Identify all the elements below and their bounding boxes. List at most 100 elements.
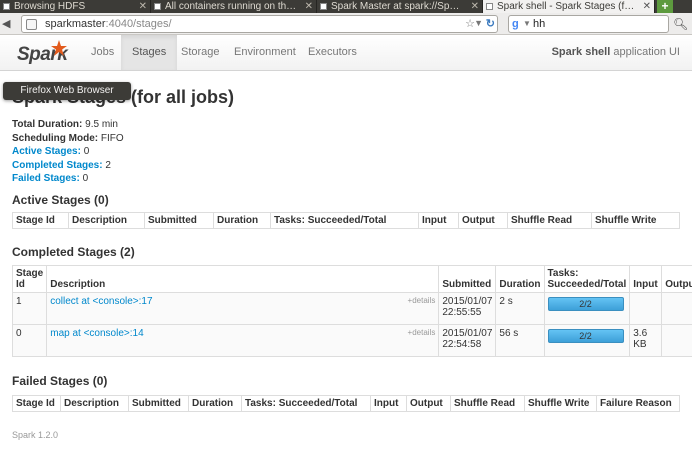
column-header[interactable]: Shuffle Read [450, 395, 525, 412]
column-header[interactable]: Submitted [144, 212, 214, 229]
back-icon[interactable]: ◀ [2, 17, 16, 31]
spark-navbar: Spark Jobs Stages Storage Environment Ex… [0, 35, 692, 71]
column-header[interactable]: Submitted [438, 265, 497, 293]
column-header[interactable]: Output [661, 265, 692, 293]
scheduling-mode-label: Scheduling Mode: [12, 132, 99, 144]
duration-cell: 2 s [495, 292, 545, 325]
column-header[interactable]: Description [68, 212, 145, 229]
tasks-progress-label: 2/2 [579, 299, 592, 309]
reload-icon[interactable]: ↻ [486, 17, 495, 30]
column-header[interactable]: Tasks: Succeeded/Total [270, 212, 419, 229]
column-header[interactable]: Input [629, 265, 663, 293]
failed-stages-title: Failed Stages (0) [12, 374, 108, 388]
nav-jobs[interactable]: Jobs [80, 35, 125, 70]
search-icon[interactable]: 🔍︎ [673, 17, 688, 31]
google-icon[interactable]: g [512, 18, 519, 30]
tasks-progress-label: 2/2 [579, 331, 592, 341]
active-stages-link[interactable]: Active Stages: [12, 146, 81, 157]
stage-description-link[interactable]: map at <console>:14 [50, 328, 143, 339]
details-toggle[interactable]: +details [408, 328, 436, 337]
close-tab-icon[interactable]: ✕ [643, 1, 651, 12]
page-icon [320, 3, 327, 10]
close-tab-icon[interactable]: ✕ [471, 1, 479, 12]
output-cell [661, 292, 692, 325]
spark-logo[interactable]: Spark [17, 39, 75, 67]
total-duration-label: Total Duration: [12, 119, 83, 130]
history-dropdown-icon[interactable]: ▼ [474, 18, 483, 28]
tab-label: Spark shell - Spark Stages (f… [497, 1, 635, 12]
column-header[interactable]: Output [406, 395, 451, 412]
url-text: sparkmaster:4040/stages/ [45, 18, 172, 30]
nav-environment[interactable]: Environment [223, 35, 307, 70]
completed-stages-value: 2 [102, 159, 111, 171]
column-header[interactable]: Stage Id [11, 265, 48, 293]
tab-label: Spark Master at spark://Sp… [331, 1, 460, 12]
column-header[interactable]: Tasks: Succeeded/Total [241, 395, 371, 412]
tab-label: Browsing HDFS [14, 1, 86, 12]
url-path: :4040/stages/ [105, 18, 172, 30]
table-header-row: Stage Id Description Submitted Duration … [12, 395, 680, 412]
search-input[interactable]: hh [533, 18, 545, 30]
new-tab-button[interactable]: + [657, 0, 673, 13]
completed-stages-table: Stage Id Description Submitted Duration … [11, 265, 692, 357]
search-bar[interactable]: g ▼ hh [508, 15, 669, 33]
column-header[interactable]: Submitted [128, 395, 189, 412]
column-header[interactable]: Shuffle Read [507, 212, 592, 229]
close-tab-icon[interactable]: ✕ [305, 1, 313, 12]
stage-description-link[interactable]: collect at <console>:17 [50, 296, 152, 307]
page-icon [3, 3, 10, 10]
column-header[interactable]: Input [418, 212, 459, 229]
input-cell [629, 292, 663, 325]
failed-stages-table: Stage Id Description Submitted Duration … [12, 395, 680, 412]
column-header[interactable]: Duration [213, 212, 271, 229]
column-header[interactable]: Input [370, 395, 407, 412]
nav-stages[interactable]: Stages [121, 35, 178, 70]
stage-id-cell: 1 [11, 292, 48, 325]
url-bar[interactable]: sparkmaster:4040/stages/ ☆ ▼ ↻ [21, 15, 498, 33]
footer-version: Spark 1.2.0 [12, 430, 59, 440]
column-header[interactable]: Failure Reason [596, 395, 680, 412]
browser-tab-spark-master[interactable]: Spark Master at spark://Sp… ✕ [317, 0, 483, 13]
app-name-suffix: application UI [610, 46, 680, 58]
column-header[interactable]: Stage Id [12, 395, 61, 412]
close-tab-icon[interactable]: ✕ [139, 1, 147, 12]
completed-stages-link[interactable]: Completed Stages: [12, 160, 103, 171]
column-header[interactable]: Shuffle Write [591, 212, 680, 229]
browser-tab-spark-stages[interactable]: Spark shell - Spark Stages (f… ✕ [483, 0, 655, 13]
browser-tab-containers[interactable]: All containers running on th… ✕ [151, 0, 317, 13]
nav-storage[interactable]: Storage [170, 35, 231, 70]
column-header[interactable]: Output [458, 212, 508, 229]
output-cell [661, 324, 692, 357]
total-duration-value: 9.5 min [82, 119, 118, 130]
column-header[interactable]: Duration [495, 265, 545, 293]
failed-stages-link[interactable]: Failed Stages: [12, 173, 80, 184]
submitted-cell: 2015/01/07 22:54:58 [438, 324, 497, 357]
app-name: Spark shell application UI [552, 46, 680, 58]
active-stages-title: Active Stages (0) [12, 193, 109, 207]
column-header[interactable]: Shuffle Write [524, 395, 597, 412]
tasks-cell: 2/2 [543, 292, 631, 325]
browser-tab-hdfs[interactable]: Browsing HDFS ✕ [0, 0, 151, 13]
nav-executors[interactable]: Executors [297, 35, 368, 70]
active-stages-table: Stage Id Description Submitted Duration … [12, 212, 680, 229]
table-header-row: Stage Id Description Submitted Duration … [12, 212, 680, 229]
stage-id-cell: 0 [11, 324, 48, 357]
description-cell: collect at <console>:17 +details [46, 292, 440, 325]
column-header[interactable]: Description [46, 265, 440, 293]
browser-tab-strip: Browsing HDFS ✕ All containers running o… [0, 0, 692, 13]
tooltip: Firefox Web Browser [3, 82, 131, 100]
site-identity-icon[interactable] [26, 19, 37, 30]
active-stages-value: 0 [80, 146, 90, 157]
column-header[interactable]: Description [60, 395, 129, 412]
spark-star-icon [51, 40, 67, 56]
column-header[interactable]: Stage Id [12, 212, 69, 229]
search-engine-dropdown-icon[interactable]: ▼ [523, 19, 531, 28]
description-cell: map at <console>:14 +details [46, 324, 440, 357]
column-header[interactable]: Duration [188, 395, 242, 412]
input-cell: 3.6 KB [629, 324, 663, 357]
failed-stages-value: 0 [79, 173, 89, 184]
app-name-bold: Spark shell [551, 46, 611, 58]
column-header[interactable]: Tasks: Succeeded/Total [543, 265, 631, 293]
details-toggle[interactable]: +details [408, 296, 436, 305]
tasks-progress-bar: 2/2 [547, 329, 624, 343]
